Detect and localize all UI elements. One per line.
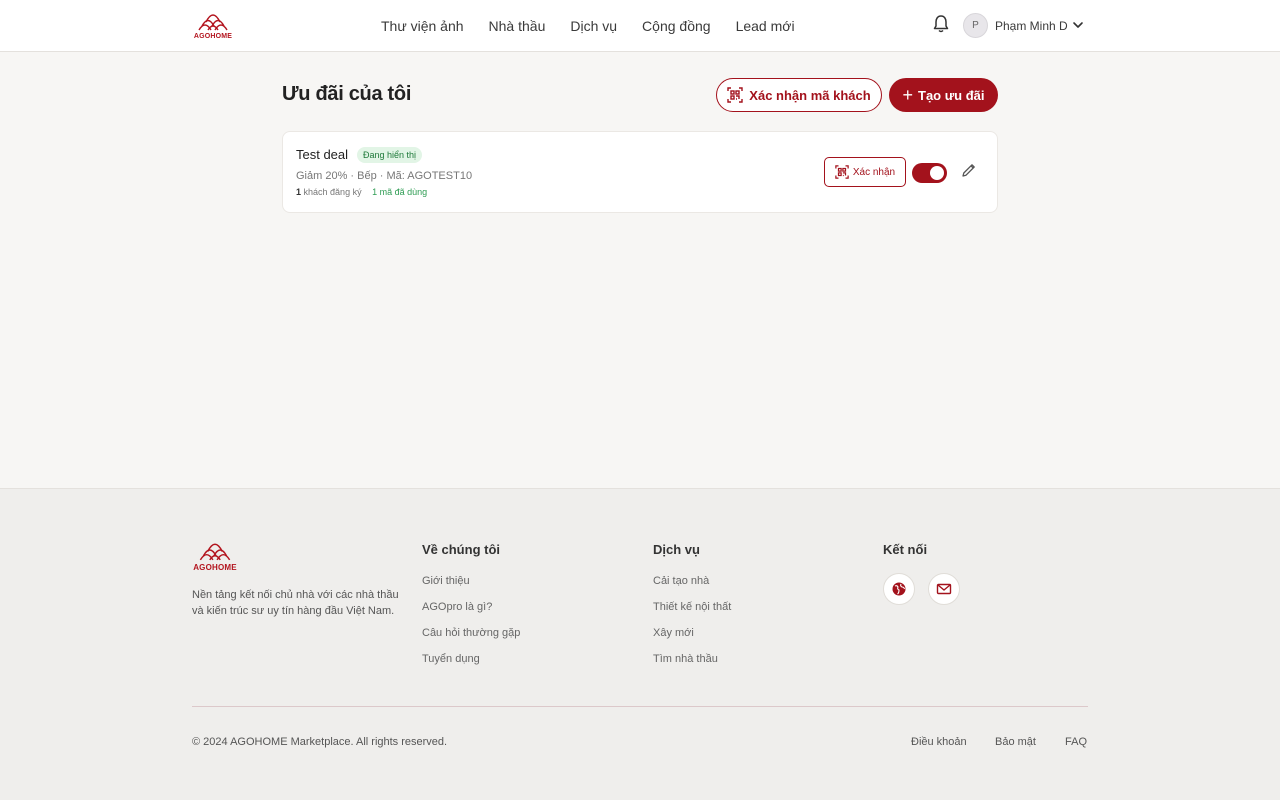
footer-link-privacy[interactable]: Bảo mật	[995, 736, 1036, 748]
footer-link-interior-design[interactable]: Thiết kế nội thất	[653, 601, 731, 627]
footer-description: Nền tảng kết nối chủ nhà với các nhà thầ…	[192, 589, 399, 617]
status-badge: Đang hiển thị	[357, 147, 423, 163]
footer-link-renovation[interactable]: Cải tạo nhà	[653, 575, 731, 601]
logo-text: AGOHOME	[193, 33, 233, 40]
footer-link-careers[interactable]: Tuyển dụng	[422, 653, 520, 679]
qr-scan-icon	[727, 87, 743, 103]
footer-logo[interactable]: AGOHOME	[192, 539, 238, 575]
footer-services-column: Dịch vụ Cải tạo nhà Thiết kế nội thất Xâ…	[653, 542, 731, 679]
footer-link-terms[interactable]: Điều khoản	[911, 736, 967, 748]
footer-link-agopro[interactable]: AGOpro là gì?	[422, 601, 520, 627]
email-link[interactable]	[928, 573, 960, 605]
nav-item-new-leads[interactable]: Lead mới	[736, 18, 795, 34]
deal-stats: 1 khách đăng ký 1 mã đã dùng	[296, 187, 427, 197]
used-label: mã đã dùng	[379, 187, 428, 197]
deal-meta: Giảm 20% · Bếp · Mã: AGOTEST10	[296, 170, 473, 182]
create-deal-label: Tạo ưu đãi	[918, 87, 985, 103]
nav-item-community[interactable]: Cộng đồng	[642, 18, 711, 34]
main-nav: Thư viện ảnh Nhà thầu Dịch vụ Cộng đồng …	[381, 0, 820, 52]
logo-mark-icon	[199, 543, 231, 561]
pencil-edit-icon[interactable]	[961, 162, 977, 178]
create-deal-button[interactable]: + Tạo ưu đãi	[889, 78, 998, 112]
logo-mark-icon	[198, 14, 228, 31]
nav-item-contractors[interactable]: Nhà thầu	[489, 18, 546, 34]
bell-icon[interactable]	[932, 14, 950, 34]
copyright: © 2024 AGOHOME Marketplace. All rights r…	[192, 736, 448, 748]
globe-link[interactable]	[883, 573, 915, 605]
deal-card: Test deal Đang hiển thị Giảm 20% · Bếp ·…	[282, 131, 998, 213]
nav-item-services[interactable]: Dịch vụ	[570, 18, 617, 34]
deal-title: Test deal	[296, 147, 349, 162]
confirm-deal-label: Xác nhận	[852, 166, 896, 178]
used-stat: 1 mã đã dùng	[372, 187, 427, 197]
qr-scan-icon	[835, 165, 849, 179]
confirm-deal-button[interactable]: Xác nhận	[824, 157, 906, 187]
verify-customer-code-label: Xác nhận mã khách	[749, 87, 871, 103]
agohome-logo[interactable]: AGOHOME	[192, 10, 234, 42]
nav-item-gallery[interactable]: Thư viện ảnh	[381, 18, 464, 34]
footer-services-title: Dịch vụ	[653, 542, 700, 557]
footer-link-faq-questions[interactable]: Câu hỏi thường gặp	[422, 627, 520, 653]
registered-stat: 1 khách đăng ký	[296, 187, 362, 197]
footer-link-find-contractor[interactable]: Tìm nhà thầu	[653, 653, 731, 679]
mail-icon	[936, 583, 952, 595]
footer-logo-text: AGOHOME	[193, 563, 237, 572]
site-footer: AGOHOME Nền tảng kết nối chủ nhà với các…	[0, 488, 1280, 800]
deal-active-toggle[interactable]	[912, 163, 947, 183]
toggle-knob	[930, 166, 944, 180]
registered-count: 1	[296, 187, 302, 197]
registered-label: khách đăng ký	[303, 187, 362, 197]
globe-icon	[892, 582, 906, 596]
footer-link-faq[interactable]: FAQ	[1065, 736, 1087, 748]
footer-connect-column: Kết nối	[883, 542, 927, 575]
avatar[interactable]: P	[963, 13, 988, 38]
footer-about-column: Về chúng tôi Giới thiệu AGOpro là gì? Câ…	[422, 542, 520, 679]
verify-customer-code-button[interactable]: Xác nhận mã khách	[716, 78, 882, 112]
user-name[interactable]: Phạm Minh D	[995, 19, 1068, 33]
footer-link-about[interactable]: Giới thiệu	[422, 575, 520, 601]
site-header: AGOHOME Thư viện ảnh Nhà thầu Dịch vụ Cộ…	[0, 0, 1280, 52]
page-title: Ưu đãi của tôi	[282, 83, 412, 105]
used-count: 1	[372, 187, 378, 197]
footer-about-title: Về chúng tôi	[422, 542, 500, 557]
footer-link-new-build[interactable]: Xây mới	[653, 627, 731, 653]
footer-divider	[192, 706, 1088, 707]
chevron-down-icon[interactable]	[1071, 18, 1085, 32]
plus-icon: +	[902, 85, 914, 105]
footer-connect-title: Kết nối	[883, 542, 928, 557]
